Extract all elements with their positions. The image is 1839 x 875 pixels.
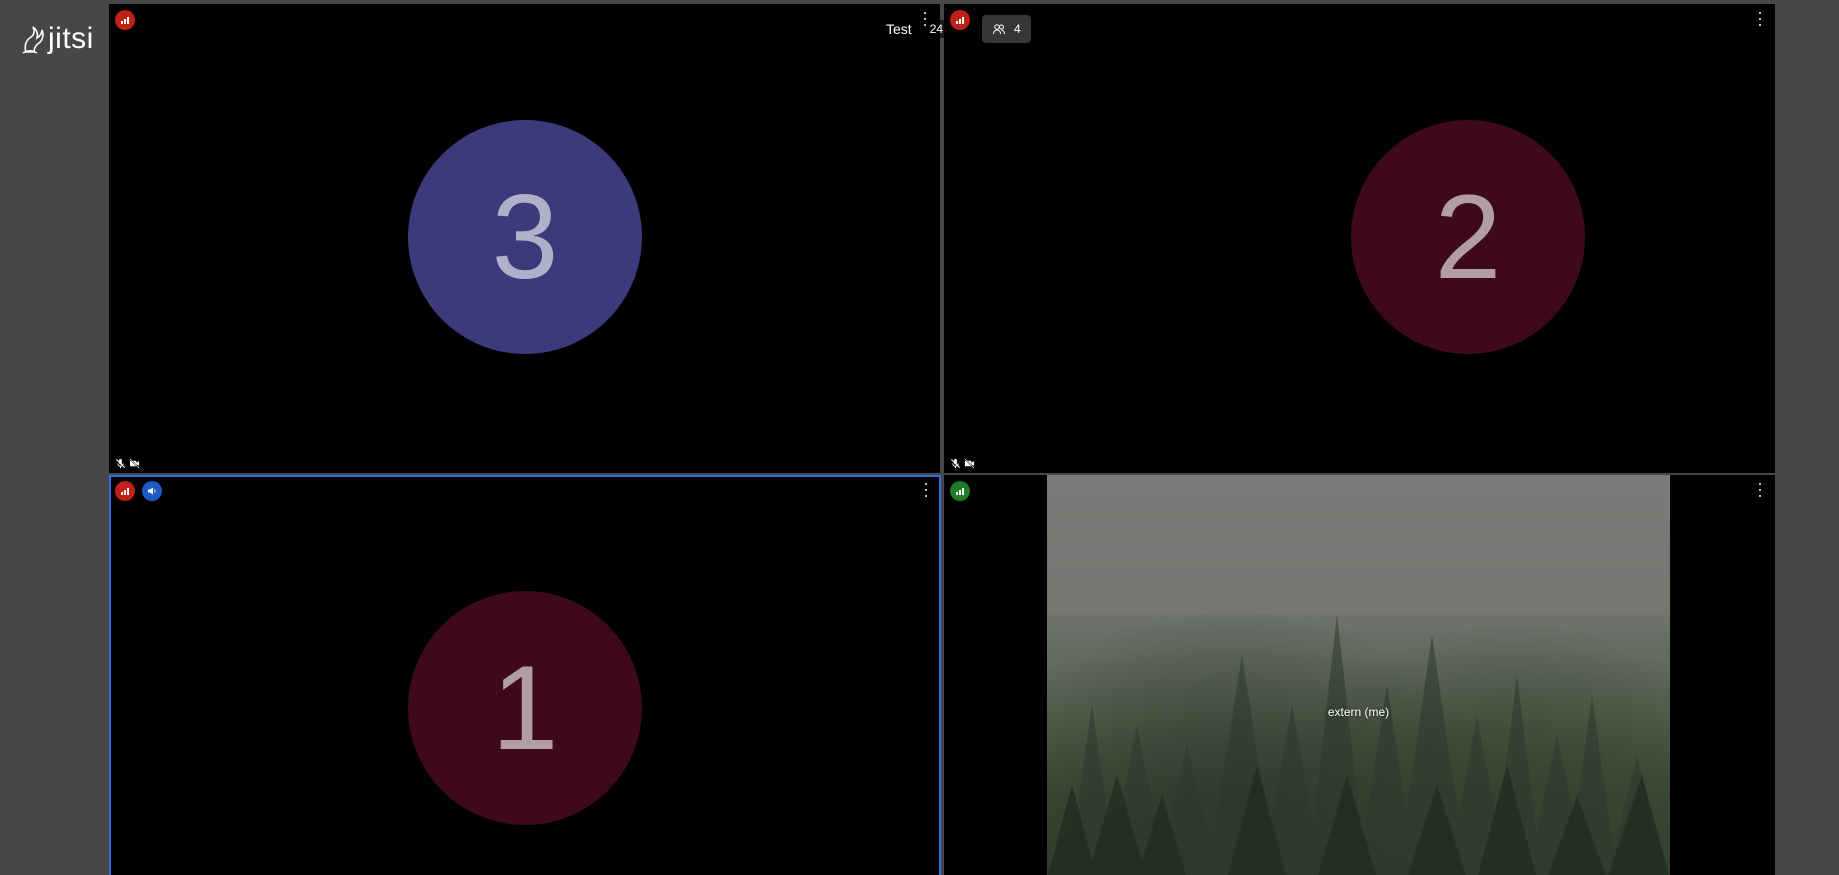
speaker-icon	[148, 487, 156, 495]
jitsi-logo-icon	[22, 26, 44, 54]
conference-app: jitsi 3 2 1 extern (me) Test 24 4	[0, 0, 1839, 875]
local-video: extern (me)	[1047, 475, 1670, 875]
conference-subject-bar: Test 24	[880, 14, 948, 44]
avatar: 3	[408, 120, 642, 354]
more-vertical-icon[interactable]	[1753, 12, 1767, 26]
jitsi-logo[interactable]: jitsi	[20, 22, 94, 56]
tile-grid: 3 2 1 extern (me)	[109, 4, 1775, 875]
conference-subject: Test	[886, 21, 912, 37]
more-vertical-icon[interactable]	[919, 483, 933, 497]
connection-indicator[interactable]	[950, 10, 970, 30]
mic-off-icon	[115, 458, 126, 469]
camera-off-icon	[964, 458, 975, 469]
more-vertical-icon[interactable]	[1753, 483, 1767, 497]
connection-indicator[interactable]	[950, 481, 970, 501]
connection-indicator[interactable]	[115, 481, 135, 501]
signal-bars-icon	[121, 488, 129, 495]
video-tile-participant-2[interactable]: 2	[944, 4, 1775, 473]
jitsi-logo-text: jitsi	[48, 22, 94, 55]
connection-indicator[interactable]	[115, 10, 135, 30]
dominant-speaker-indicator	[142, 481, 162, 501]
conference-timer: 24	[925, 20, 948, 38]
forest-background-image	[1047, 475, 1670, 875]
signal-bars-icon	[121, 17, 129, 24]
participant-display-name: extern (me)	[1327, 705, 1390, 719]
status-indicators	[115, 458, 140, 469]
video-tile-local[interactable]: extern (me)	[944, 475, 1775, 875]
avatar-initial: 2	[1434, 170, 1502, 304]
camera-off-icon	[129, 458, 140, 469]
participant-count-badge[interactable]: 4	[982, 15, 1031, 43]
status-indicators	[950, 458, 975, 469]
avatar: 1	[408, 591, 642, 825]
signal-bars-icon	[956, 488, 964, 495]
participant-count: 4	[1014, 22, 1021, 36]
signal-bars-icon	[956, 17, 964, 24]
avatar-initial: 1	[491, 641, 559, 775]
mic-off-icon	[950, 458, 961, 469]
people-icon	[993, 24, 1005, 35]
avatar: 2	[1351, 120, 1585, 354]
video-tile-participant-3[interactable]: 3	[109, 4, 940, 473]
avatar-initial: 3	[491, 170, 559, 304]
video-tile-participant-1[interactable]: 1	[109, 475, 941, 875]
